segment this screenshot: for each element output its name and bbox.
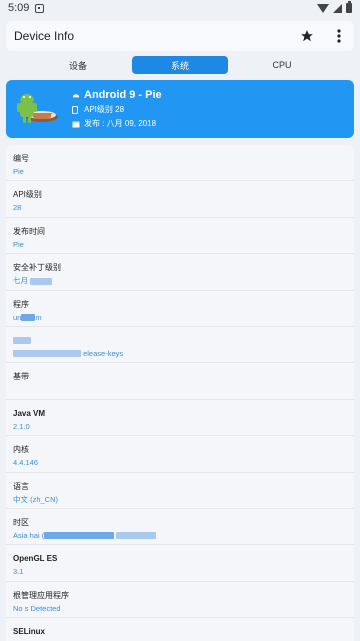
list-item-codename[interactable]: 编号 Pie bbox=[6, 145, 354, 182]
row-value-text: 七月 bbox=[13, 276, 28, 286]
android-release-date: 发布 : 八月 09, 2018 bbox=[72, 118, 162, 129]
row-value: No s Detected bbox=[13, 603, 61, 613]
row-label: OpenGL ES bbox=[13, 554, 58, 564]
android-release-text: 发布 : 八月 09, 2018 bbox=[84, 119, 157, 128]
status-time: 5:09 bbox=[8, 2, 30, 14]
status-bar: 5:09 bbox=[0, 0, 360, 16]
battery-icon bbox=[346, 1, 352, 13]
row-label: 程序 bbox=[13, 299, 29, 309]
row-value: Pie bbox=[13, 167, 24, 176]
phone-icon bbox=[72, 105, 80, 114]
row-label: 安全补丁级别 bbox=[13, 263, 61, 273]
tab-device[interactable]: 设备 bbox=[30, 56, 126, 74]
app-actions bbox=[298, 27, 348, 45]
row-label bbox=[13, 335, 347, 346]
row-value-text: Asia hai ( bbox=[13, 530, 45, 540]
android-version-card: Android 9 - Pie API级别 28 发布 : 八月 09, 201… bbox=[6, 80, 354, 138]
row-label: SELinux bbox=[13, 627, 46, 637]
row-value: 2.1.0 bbox=[13, 421, 30, 431]
list-item-timezone[interactable]: 时区 Asia hai ( bbox=[6, 509, 354, 546]
list-item-selinux[interactable]: SELinux bbox=[6, 618, 354, 641]
star-icon[interactable] bbox=[298, 27, 316, 45]
android-api-text: API级别 28 bbox=[84, 105, 125, 114]
row-label: 基带 bbox=[13, 372, 29, 382]
calendar-icon bbox=[72, 120, 80, 128]
row-value: 中文 (zh_CN) bbox=[13, 494, 59, 504]
tab-bar: 设备 系统 CPU bbox=[30, 56, 330, 74]
tab-system[interactable]: 系统 bbox=[132, 56, 228, 74]
row-value: 4.4.146 bbox=[13, 458, 39, 468]
row-value: Pie bbox=[13, 239, 24, 249]
android-version-title: Android 9 - Pie bbox=[72, 89, 162, 101]
row-value-text: elease-keys bbox=[83, 348, 124, 358]
redaction-block bbox=[30, 277, 53, 285]
more-vert-icon[interactable] bbox=[330, 27, 348, 45]
status-indicators bbox=[317, 1, 352, 13]
list-item-baseband[interactable]: 基带 bbox=[6, 363, 354, 400]
row-label: 发布时间 bbox=[13, 226, 45, 236]
signal-icon bbox=[333, 3, 342, 13]
row-value: 28 bbox=[13, 203, 22, 213]
list-item-language[interactable]: 语言 中文 (zh_CN) bbox=[6, 473, 354, 509]
system-info-list: 编号 Pie API级别 28 发布时间 Pie 安全补丁级别 七月 程序 un… bbox=[6, 145, 354, 641]
tab-cpu[interactable]: CPU bbox=[234, 56, 330, 74]
app-bar: Device Info bbox=[6, 21, 354, 51]
row-label: 时区 bbox=[13, 517, 29, 527]
notification-icon bbox=[35, 3, 45, 13]
android-version-details: Android 9 - Pie API级别 28 发布 : 八月 09, 201… bbox=[72, 89, 162, 129]
row-value: Asia hai ( bbox=[13, 530, 347, 541]
android-pie-icon bbox=[14, 87, 60, 131]
list-item-security-patch[interactable]: 安全补丁级别 七月 bbox=[6, 254, 354, 291]
android-icon bbox=[72, 91, 80, 99]
row-value: un m bbox=[13, 312, 42, 322]
row-label: 内核 bbox=[13, 445, 29, 455]
android-api-level: API级别 28 bbox=[72, 104, 162, 115]
row-label: 编号 bbox=[13, 154, 29, 163]
android-version-name: Android 9 - Pie bbox=[84, 89, 162, 101]
row-label: Java VM bbox=[13, 408, 46, 418]
row-value: 3.1 bbox=[13, 567, 24, 577]
redaction-block bbox=[44, 532, 115, 540]
row-value: elease-keys bbox=[13, 348, 347, 359]
app-title: Device Info bbox=[14, 29, 75, 43]
row-value-text: un bbox=[13, 312, 22, 322]
list-item-build[interactable]: 程序 un m bbox=[6, 291, 354, 327]
redaction-block bbox=[21, 314, 36, 322]
row-label: 语言 bbox=[13, 481, 29, 491]
list-item-root[interactable]: 根管理应用程序 No s Detected bbox=[6, 582, 354, 619]
list-item-opengl[interactable]: OpenGL ES 3.1 bbox=[6, 545, 354, 582]
redaction-block bbox=[116, 532, 157, 540]
row-value: 七月 bbox=[13, 275, 347, 286]
wifi-icon bbox=[317, 3, 329, 13]
row-label: API级别 bbox=[13, 190, 42, 200]
row-label: 根管理应用程序 bbox=[13, 590, 69, 600]
list-item-java-vm[interactable]: Java VM 2.1.0 bbox=[6, 400, 354, 437]
list-item-api-level[interactable]: API级别 28 bbox=[6, 181, 354, 218]
redaction-block bbox=[13, 337, 31, 345]
redaction-block bbox=[13, 350, 81, 358]
list-item-release[interactable]: 发布时间 Pie bbox=[6, 218, 354, 255]
list-item-fingerprint[interactable]: elease-keys bbox=[6, 327, 354, 364]
list-item-kernel[interactable]: 内核 4.4.146 bbox=[6, 436, 354, 473]
